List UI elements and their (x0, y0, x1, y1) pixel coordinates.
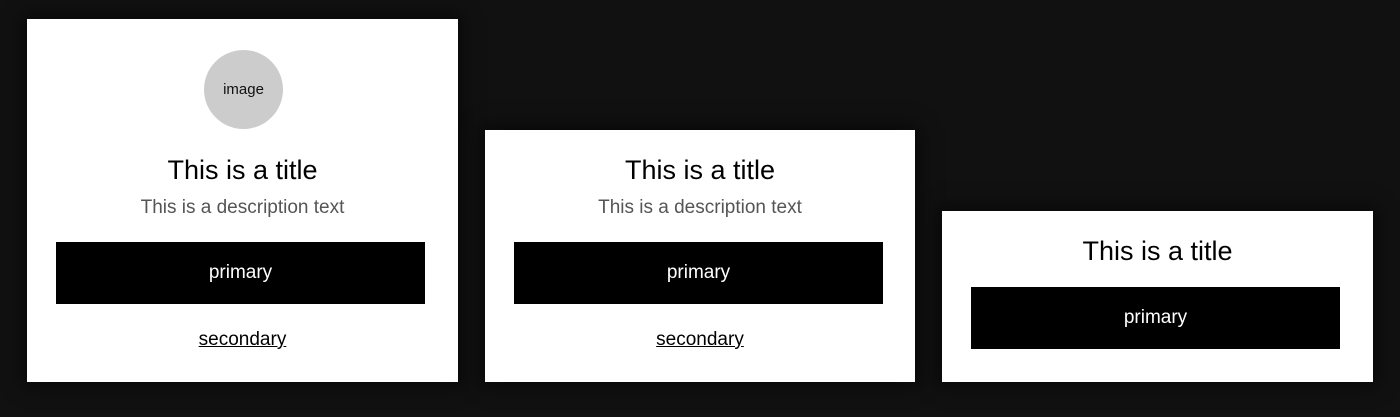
primary-button-label: primary (208, 262, 273, 283)
card-title: This is a title (167, 155, 318, 185)
card-without-image: This is a title This is a description te… (485, 130, 915, 382)
primary-button-label: primary (1123, 307, 1188, 328)
image-placeholder: image (204, 50, 283, 129)
card-minimal: This is a title primary (942, 211, 1373, 382)
primary-button[interactable]: primary (56, 242, 425, 304)
card-description: This is a description text (140, 197, 345, 218)
secondary-link[interactable]: secondary (485, 328, 915, 352)
card-with-image: image This is a title This is a descript… (27, 19, 458, 382)
image-placeholder-label: image (223, 81, 264, 98)
primary-button[interactable]: primary (514, 242, 883, 304)
secondary-link[interactable]: secondary (27, 328, 458, 352)
card-title: This is a title (1082, 236, 1233, 266)
card-title: This is a title (624, 155, 776, 185)
primary-button[interactable]: primary (971, 287, 1340, 349)
primary-button-label: primary (666, 262, 731, 283)
card-description: This is a description text (598, 197, 802, 218)
